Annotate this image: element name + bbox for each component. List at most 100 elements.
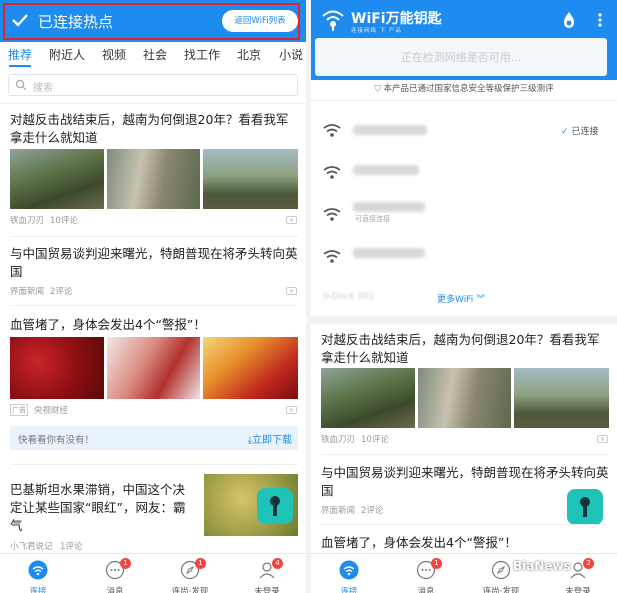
detecting-text: 正在检测网络是否可用... (400, 51, 522, 64)
network-name-blurred (353, 202, 425, 212)
tab-nearby[interactable]: 附近人 (49, 46, 85, 63)
dismiss-icon[interactable]: × (286, 406, 297, 414)
more-wifi-button[interactable]: 更多WiFi ︾ (437, 292, 485, 305)
download-button[interactable]: ⤓立即下载 (248, 431, 292, 446)
news-source: 小飞君说记 (10, 542, 53, 552)
highlight-frame (3, 3, 300, 40)
ad-title[interactable]: 血管堵了，身体会发出4个“警报”！ (10, 316, 298, 334)
news-comments: 10评论 (361, 435, 389, 445)
news-title[interactable]: 对越反击战结束后，越南为何倒退20年？看看我军拿走什么就知道 (321, 331, 609, 367)
network-name-blurred (353, 248, 425, 258)
news-source: 铁血刀刃 (10, 216, 45, 226)
wifi-network-row[interactable]: 可直接连接 (321, 202, 611, 232)
nav-label: 连接 (29, 587, 47, 593)
left-screen: 已连接热点 返回WiFi列表 推荐 附近人 视频 社会 找工作 北京 小说 搜索… (0, 0, 306, 593)
unread-badge: 1 (195, 558, 206, 569)
security-notice-text: 本产品已通过国家信息安全等级保护三级测评 (383, 84, 554, 94)
tab-society[interactable]: 社会 (143, 46, 167, 63)
search-icon (15, 79, 27, 91)
tab-video[interactable]: 视频 (102, 46, 126, 63)
news-source: 界面新闻 (10, 287, 45, 297)
dismiss-icon[interactable]: × (286, 216, 297, 224)
nav-label: 未登录 (254, 587, 280, 593)
wifi-signal-icon (323, 124, 341, 137)
key-icon (270, 496, 280, 516)
faded-network: 0-Dock 001 (323, 292, 375, 302)
news-source: 铁血刀刃 (321, 435, 356, 445)
wifi-logo-icon (322, 10, 344, 31)
nav-label: 连尚·发现 (171, 587, 209, 593)
shield-icon: ⛉ (374, 84, 384, 94)
nav-label: 消息 (417, 587, 435, 593)
chevron-down-icon: ︾ (476, 295, 486, 305)
network-name-blurred (353, 125, 427, 135)
tab-novel[interactable]: 小说 (279, 46, 303, 63)
ad-image[interactable] (10, 337, 104, 399)
nav-profile[interactable]: 4 未登录 (247, 558, 287, 593)
wifi-icon (339, 560, 359, 580)
nav-messages[interactable]: 1 消息 (95, 558, 135, 593)
news-title[interactable]: 对越反击战结束后，越南为何倒退20年？看看我军拿走什么就知道 (10, 111, 298, 147)
nav-discover[interactable]: 1 连尚·发现 (170, 558, 210, 593)
connected-status: ✓ 已连接 (561, 124, 599, 137)
divider (10, 305, 298, 306)
ad-image[interactable] (203, 337, 298, 399)
wifi-signal-icon (323, 250, 341, 263)
compass-icon (491, 560, 511, 580)
dismiss-icon[interactable]: × (597, 435, 608, 443)
download-bar[interactable]: 快看看你有没有！ ⤓立即下载 (10, 426, 298, 450)
divider (0, 103, 306, 104)
news-comments: 10评论 (50, 216, 78, 226)
connected-label: 已连接 (571, 127, 599, 137)
news-image[interactable] (10, 149, 104, 209)
network-name-blurred (353, 165, 419, 175)
news-image[interactable] (107, 149, 200, 209)
wifi-network-row[interactable]: ✓ 已连接 (321, 118, 611, 148)
ad-source: 央视财经 (34, 406, 69, 416)
download-label: 立即下载 (252, 435, 292, 446)
nav-label: 连尚·发现 (482, 587, 520, 593)
bottom-nav: 连接 1 消息 连尚·发现 2 未登录 (311, 553, 617, 593)
news-image[interactable] (418, 368, 511, 428)
check-icon: ✓ (561, 127, 569, 137)
dismiss-icon[interactable]: × (286, 287, 297, 295)
news-title[interactable]: 巴基斯坦水果滞销，中国这个决定让某些国家“眼红”，网友：霸气 (10, 481, 194, 535)
tab-jobs[interactable]: 找工作 (184, 46, 220, 63)
ad-tag: 广告 (10, 404, 28, 416)
app-name: WiFi万能钥匙 (351, 11, 442, 27)
download-prompt: 快看看你有没有！ (18, 435, 95, 446)
tab-beijing[interactable]: 北京 (237, 46, 261, 63)
nav-label: 消息 (106, 587, 124, 593)
wifi-icon (28, 560, 48, 580)
ad-image[interactable] (107, 337, 200, 399)
wifi-network-row[interactable] (321, 160, 611, 190)
news-title[interactable]: 血管堵了，身体会发出4个“警报”！ (321, 534, 609, 552)
news-title[interactable]: 与中国贸易谈判迎来曙光，特朗普现在将矛头转向英国 (321, 464, 609, 500)
nav-messages[interactable]: 1 消息 (406, 558, 446, 593)
app-float-icon[interactable] (257, 488, 293, 524)
watermark: BiaNews (513, 559, 571, 573)
tab-recommend[interactable]: 推荐 (8, 46, 32, 63)
search-input[interactable]: 搜索 (8, 74, 298, 96)
more-menu-icon[interactable] (597, 12, 603, 28)
divider (321, 524, 609, 525)
divider (321, 454, 609, 455)
key-icon (580, 497, 590, 517)
water-drop-icon[interactable] (562, 11, 576, 29)
wifi-network-row[interactable] (321, 244, 611, 274)
news-image[interactable] (321, 368, 415, 428)
unread-badge: 2 (583, 558, 594, 569)
app-header: WiFi万能钥匙 连接网络 下 产品 正在检测网络是否可用... (311, 0, 617, 80)
divider (311, 100, 617, 101)
nav-connect[interactable]: 连接 (329, 560, 369, 593)
unread-badge: 1 (431, 558, 442, 569)
news-image[interactable] (203, 149, 298, 209)
nav-connect[interactable]: 连接 (18, 560, 58, 593)
app-float-icon[interactable] (567, 489, 603, 525)
active-tab-indicator (9, 65, 31, 67)
news-comments: 2评论 (50, 287, 73, 297)
right-screen: WiFi万能钥匙 连接网络 下 产品 正在检测网络是否可用... ⛉ 本产品已通… (311, 0, 617, 593)
unread-badge: 1 (120, 558, 131, 569)
news-image[interactable] (514, 368, 609, 428)
news-title[interactable]: 与中国贸易谈判迎来曙光，特朗普现在将矛头转向英国 (10, 245, 298, 281)
